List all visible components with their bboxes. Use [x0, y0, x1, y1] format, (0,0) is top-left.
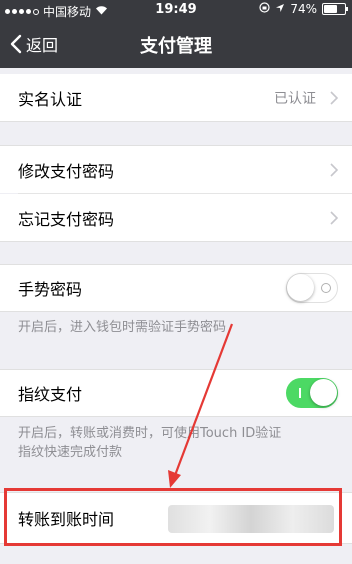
annotation-arrow-icon [168, 323, 234, 488]
